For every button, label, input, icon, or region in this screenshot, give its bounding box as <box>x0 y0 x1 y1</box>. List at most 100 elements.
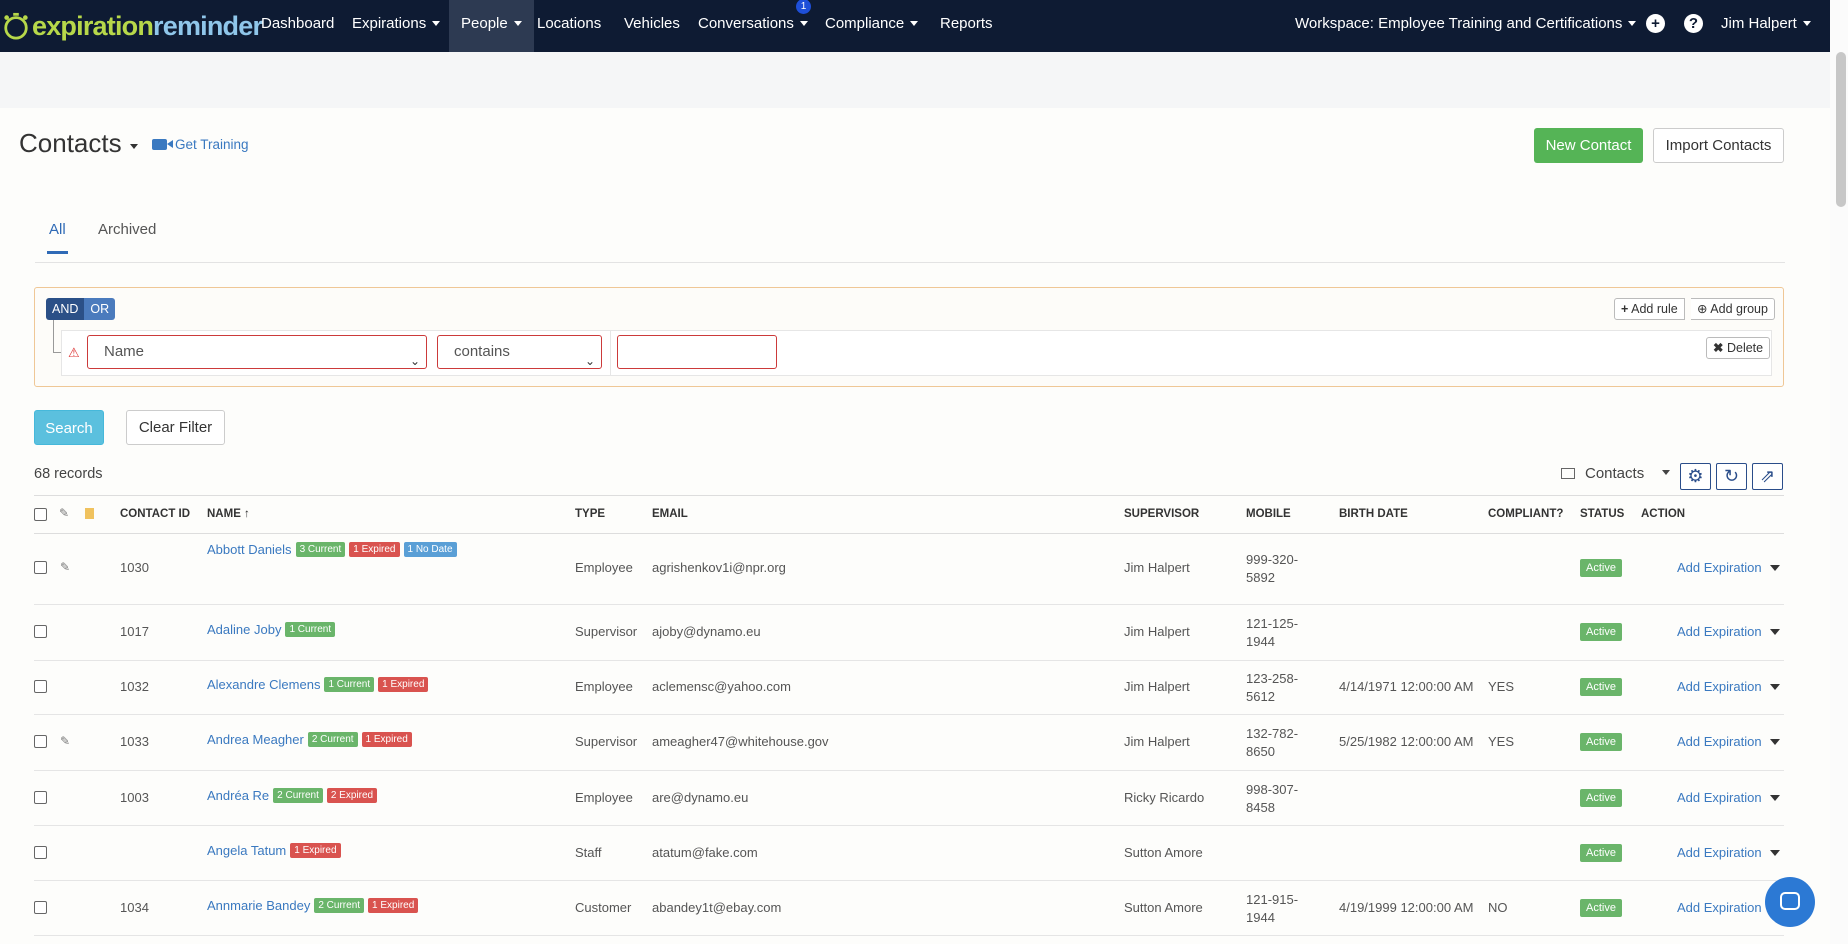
workspace-selector[interactable]: Workspace: Employee Training and Certifi… <box>1283 0 1648 52</box>
col-supervisor[interactable]: SUPERVISOR <box>1124 508 1199 520</box>
table-row: 1034 Annmarie Bandey 2 Current 1 Expired Cus… <box>34 880 1784 936</box>
contact-email: agrishenkov1i@npr.org <box>652 560 786 575</box>
nav-vehicles[interactable]: Vehicles <box>612 0 692 52</box>
and-button[interactable]: AND <box>46 298 85 320</box>
plus-circle-icon: ⊕ <box>1697 302 1708 316</box>
current-count-badge[interactable]: 2 Current <box>273 788 323 803</box>
rule-operator-select[interactable]: contains ⌄ <box>437 335 602 369</box>
nav-people[interactable]: People <box>449 0 534 52</box>
add-expiration-button[interactable]: Add Expiration <box>1677 679 1780 694</box>
subheader-band <box>0 52 1830 108</box>
col-action[interactable]: ACTION <box>1641 508 1685 520</box>
rule-value-input[interactable] <box>617 335 777 369</box>
row-checkbox[interactable] <box>34 561 47 574</box>
row-checkbox[interactable] <box>34 680 47 693</box>
nav-reports[interactable]: Reports <box>928 0 1005 52</box>
chevron-down-icon[interactable] <box>1769 683 1780 690</box>
delete-rule-button[interactable]: ✖ Delete <box>1706 337 1771 359</box>
add-expiration-button[interactable]: Add Expiration <box>1677 560 1780 575</box>
current-count-badge[interactable]: 1 Current <box>285 622 336 637</box>
share-export-icon[interactable]: ⇗ <box>1752 463 1783 490</box>
contact-name-link[interactable]: Angela Tatum <box>207 843 286 858</box>
add-circle-icon[interactable]: + <box>1646 14 1665 33</box>
contact-name-link[interactable]: Adaline Joby <box>207 622 281 637</box>
current-count-badge[interactable]: 1 Current <box>324 677 375 692</box>
col-mobile[interactable]: MOBILE <box>1246 508 1291 520</box>
tab-all[interactable]: All <box>47 221 68 254</box>
get-training-link[interactable]: Get Training <box>152 137 249 152</box>
contact-compliant: YES <box>1488 679 1515 694</box>
expired-count-badge[interactable]: 1 Expired <box>361 732 412 747</box>
rule-field-select[interactable]: Name ⌄ <box>87 335 427 369</box>
chevron-down-icon[interactable] <box>1769 849 1780 856</box>
contact-name-link[interactable]: Annmarie Bandey <box>207 898 310 913</box>
no-date-count-badge[interactable]: 1 No Date <box>403 542 457 557</box>
search-button[interactable]: Search <box>34 410 104 445</box>
user-menu[interactable]: Jim Halpert <box>1709 0 1823 52</box>
clear-filter-button[interactable]: Clear Filter <box>126 410 225 445</box>
row-checkbox[interactable] <box>34 846 47 859</box>
nav-dashboard[interactable]: Dashboard <box>249 0 346 52</box>
nav-compliance[interactable]: Compliance <box>813 0 930 52</box>
table-row: 1032 Alexandre Clemens 1 Current 1 Expired E… <box>34 660 1784 715</box>
row-checkbox[interactable] <box>34 791 47 804</box>
contact-name-link[interactable]: Abbott Daniels <box>207 542 292 557</box>
refresh-icon[interactable]: ↻ <box>1716 463 1747 490</box>
current-count-badge[interactable]: 2 Current <box>307 732 358 747</box>
col-name[interactable]: NAME ↑ <box>207 508 250 520</box>
chat-launcher-icon[interactable] <box>1765 877 1815 927</box>
chevron-down-icon <box>910 20 919 26</box>
import-contacts-button[interactable]: Import Contacts <box>1653 128 1784 163</box>
chevron-down-icon[interactable] <box>1769 738 1780 745</box>
row-checkbox[interactable] <box>34 901 47 914</box>
add-expiration-button[interactable]: Add Expiration <box>1677 624 1780 639</box>
row-checkbox[interactable] <box>34 735 47 748</box>
col-type[interactable]: TYPE <box>575 508 605 520</box>
nav-expirations[interactable]: Expirations <box>340 0 452 52</box>
brand-logo[interactable]: expirationreminder <box>2 8 263 44</box>
help-circle-icon[interactable]: ? <box>1684 14 1703 33</box>
contact-name-link[interactable]: Andréa Re <box>207 788 269 803</box>
status-active-label: Active <box>1580 623 1622 641</box>
chevron-down-icon[interactable] <box>1769 794 1780 801</box>
page-scrollbar[interactable] <box>1830 0 1848 944</box>
col-birth-date[interactable]: BIRTH DATE <box>1339 508 1408 520</box>
add-group-button[interactable]: ⊕ Add group <box>1691 298 1775 320</box>
contact-birth-date: 4/19/1999 12:00:00 AM <box>1339 900 1474 915</box>
expired-count-badge[interactable]: 1 Expired <box>368 898 419 913</box>
add-rule-button[interactable]: + Add rule <box>1614 298 1685 320</box>
tab-archived[interactable]: Archived <box>98 221 156 248</box>
contact-name-link[interactable]: Alexandre Clemens <box>207 677 320 692</box>
col-email[interactable]: EMAIL <box>652 508 688 520</box>
current-count-badge[interactable]: 2 Current <box>314 898 365 913</box>
contact-supervisor: Jim Halpert <box>1124 679 1190 694</box>
expired-count-badge[interactable]: 2 Expired <box>326 788 378 803</box>
contact-name-link[interactable]: Andrea Meagher <box>207 732 304 747</box>
add-expiration-button[interactable]: Add Expiration <box>1677 790 1780 805</box>
user-name: Jim Halpert <box>1721 15 1797 32</box>
contact-id: 1034 <box>120 900 149 915</box>
col-contact-id[interactable]: CONTACT ID <box>120 508 190 520</box>
chevron-down-icon[interactable] <box>1769 628 1780 635</box>
col-compliant[interactable]: COMPLIANT? <box>1488 508 1563 520</box>
row-checkbox[interactable] <box>34 625 47 638</box>
select-all-checkbox[interactable] <box>34 508 47 521</box>
add-expiration-button[interactable]: Add Expiration <box>1677 845 1780 860</box>
new-contact-button[interactable]: New Contact <box>1534 128 1643 163</box>
view-selector[interactable]: Contacts <box>1561 465 1671 482</box>
col-status[interactable]: STATUS <box>1580 508 1624 520</box>
or-button[interactable]: OR <box>84 298 116 320</box>
expired-count-badge[interactable]: 1 Expired <box>378 677 429 692</box>
chevron-down-icon[interactable] <box>1769 564 1780 571</box>
filter-rule-row: ⚠ Name ⌄ contains ⌄ ✖ Delete <box>61 330 1772 376</box>
nav-locations[interactable]: Locations <box>525 0 613 52</box>
title-dropdown-chevron-icon[interactable] <box>130 144 138 149</box>
mobile-line1: 121-125- <box>1246 616 1299 631</box>
delete-label: Delete <box>1726 341 1764 355</box>
scrollbar-thumb[interactable] <box>1836 52 1846 207</box>
expired-count-badge[interactable]: 1 Expired <box>349 542 400 557</box>
gear-icon[interactable]: ⚙ <box>1680 463 1711 490</box>
current-count-badge[interactable]: 3 Current <box>295 542 346 557</box>
expired-count-badge[interactable]: 1 Expired <box>290 843 341 858</box>
add-expiration-button[interactable]: Add Expiration <box>1677 734 1780 749</box>
